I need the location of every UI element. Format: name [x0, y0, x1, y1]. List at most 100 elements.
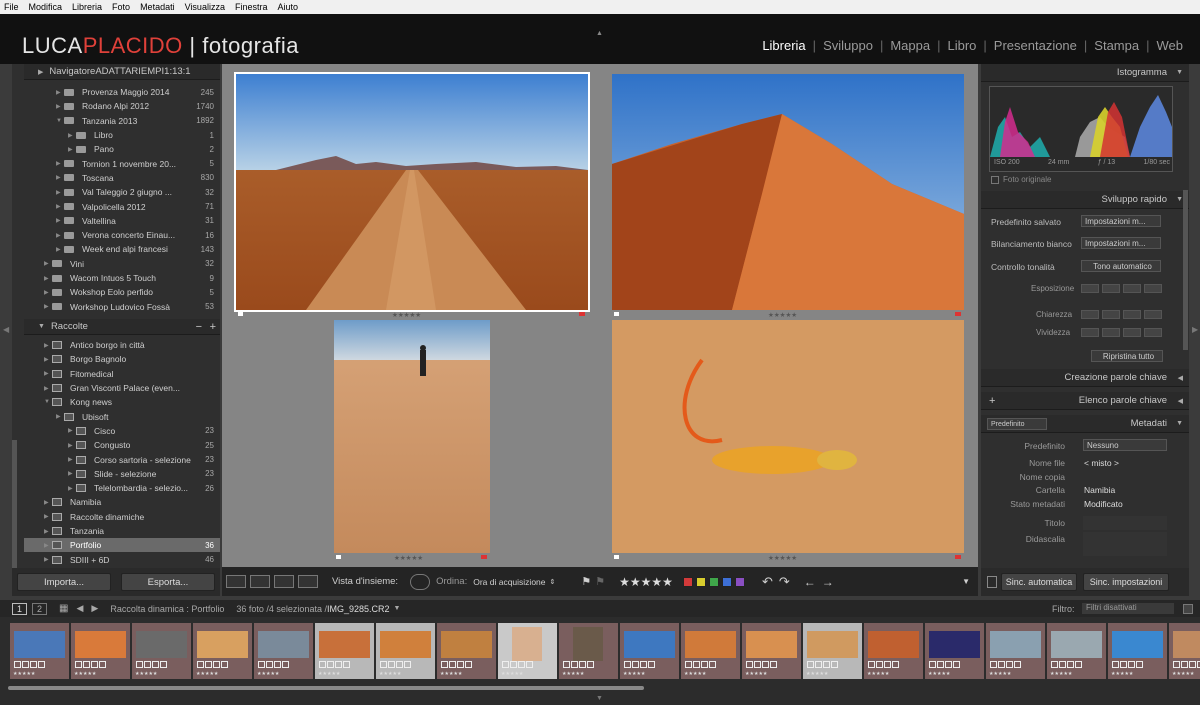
reset-all-button[interactable]: Ripristina tutto: [1091, 350, 1163, 362]
triangle-right-icon[interactable]: ▶: [44, 528, 52, 535]
thumbnail-rating[interactable]: ★★★★★: [318, 671, 340, 677]
triangle-right-icon[interactable]: ▶: [56, 203, 64, 210]
folder-item[interactable]: ▶ Rodano Alpi 2012 1740: [24, 99, 220, 113]
nav-fill[interactable]: RIEMPI: [131, 66, 164, 77]
filmstrip-thumbnail[interactable]: ★★★★★: [1108, 623, 1167, 679]
collection-item[interactable]: ▶ Telelombardia - selezio... 26: [24, 481, 220, 495]
folder-item[interactable]: ▶ Valpolicella 2012 71: [24, 199, 220, 213]
survey-view-icon[interactable]: [298, 575, 318, 588]
filmstrip-thumbnail[interactable]: ★★★★★: [620, 623, 679, 679]
triangle-down-icon[interactable]: ▼: [56, 118, 64, 124]
triangle-right-icon[interactable]: ▶: [44, 513, 52, 520]
collapse-bottom-icon[interactable]: ▼: [596, 695, 603, 702]
photo-dune[interactable]: [612, 74, 964, 310]
color-label-swatch[interactable]: [695, 576, 706, 587]
monitor-1-button[interactable]: 1: [12, 602, 28, 615]
rotate-right-icon[interactable]: ↷: [779, 574, 790, 590]
navigator-header[interactable]: ▶ Navigatore ADATTA RIEMPI 1:1 3:1: [24, 64, 220, 80]
current-filename[interactable]: IMG_9285.CR2: [327, 604, 390, 614]
triangle-right-icon[interactable]: ▶: [68, 427, 76, 434]
monitor-2-button[interactable]: 2: [32, 602, 48, 615]
loupe-view-icon[interactable]: [250, 575, 270, 588]
export-button[interactable]: Esporta...: [121, 573, 215, 591]
histogram[interactable]: ISO 200 24 mm ƒ / 13 1/80 sec: [989, 86, 1173, 172]
module-mappa[interactable]: Mappa: [883, 38, 937, 53]
collapse-left-icon[interactable]: ◀: [3, 325, 9, 334]
vibrance-buttons[interactable]: [1081, 328, 1165, 339]
photo-lizard[interactable]: [612, 320, 964, 553]
folder-item[interactable]: ▶ Workshop Ludovico Fossà 53: [24, 299, 220, 313]
menu-modifica[interactable]: Modifica: [29, 2, 63, 12]
chevron-updown-icon[interactable]: ⇕: [550, 578, 556, 586]
filename-value[interactable]: < misto >: [1084, 458, 1119, 468]
triangle-right-icon[interactable]: ▶: [44, 289, 52, 296]
filmstrip-thumbnail[interactable]: ★★★★★: [437, 623, 496, 679]
collection-item[interactable]: ▶ Gran Visconti Palace (even...: [24, 381, 220, 395]
checkbox-icon[interactable]: [991, 175, 999, 184]
filmstrip-thumbnail[interactable]: ★★★★★: [986, 623, 1045, 679]
module-presentazione[interactable]: Presentazione: [987, 38, 1084, 53]
collection-item[interactable]: ▶ Congusto 25: [24, 438, 220, 452]
chevron-down-icon[interactable]: ▼: [393, 605, 400, 612]
keyword-list-header[interactable]: + Elenco parole chiave ◀: [981, 392, 1189, 410]
folder-item[interactable]: ▶ Wacom Intuos 5 Touch 9: [24, 271, 220, 285]
triangle-right-icon[interactable]: ▶: [44, 385, 52, 392]
filmstrip-thumbnail[interactable]: ★★★★★: [254, 623, 313, 679]
thumbnail-rating[interactable]: ★★★★★: [13, 671, 35, 677]
filmstrip-thumbnail[interactable]: ★★★★★: [1047, 623, 1106, 679]
triangle-right-icon[interactable]: ▶: [68, 456, 76, 463]
metadata-header[interactable]: Predefinito Metadati ▼: [981, 415, 1189, 433]
triangle-right-icon[interactable]: ▶: [44, 542, 52, 549]
source-path[interactable]: Raccolta dinamica : Portfolio: [110, 604, 224, 614]
toolbar-menu-icon[interactable]: ▼: [962, 577, 970, 586]
thumbnail-rating[interactable]: ★★★★★: [623, 671, 645, 677]
histogram-header[interactable]: Istogramma ▼: [981, 64, 1189, 82]
auto-sync-button[interactable]: Sinc. automatica: [1001, 573, 1077, 591]
sync-settings-button[interactable]: Sinc. impostazioni: [1083, 573, 1169, 591]
nav-fit[interactable]: ADATTA: [95, 66, 131, 77]
collections-header[interactable]: ▼ Raccolte − +: [24, 319, 220, 335]
filmstrip-thumbnail[interactable]: ★★★★★: [132, 623, 191, 679]
sort-direction-icon[interactable]: [410, 573, 431, 590]
filmstrip-thumbnail[interactable]: ★★★★★: [681, 623, 740, 679]
thumbnail-rating[interactable]: ★★★★★: [74, 671, 96, 677]
triangle-right-icon[interactable]: ▶: [56, 413, 64, 420]
triangle-right-icon[interactable]: ▶: [68, 146, 76, 153]
filmstrip-thumbnail[interactable]: ★★★★★: [10, 623, 69, 679]
folder-item[interactable]: ▶ Libro 1: [24, 128, 220, 142]
right-scrollbar[interactable]: [1183, 190, 1188, 350]
thumbnail-rating[interactable]: ★★★★★: [684, 671, 706, 677]
filmstrip-thumbnail[interactable]: ★★★★★: [376, 623, 435, 679]
filmstrip-thumbnail[interactable]: ★★★★★: [864, 623, 923, 679]
triangle-down-icon[interactable]: ▼: [44, 399, 52, 405]
triangle-right-icon[interactable]: ▶: [68, 485, 76, 492]
add-plus-icon[interactable]: +: [210, 321, 216, 333]
triangle-right-icon[interactable]: ▶: [56, 217, 64, 224]
module-web[interactable]: Web: [1150, 38, 1191, 53]
grid-view-icon[interactable]: [226, 575, 246, 588]
thumbnail-rating[interactable]: ★★★★★: [379, 671, 401, 677]
color-label-swatch[interactable]: [734, 576, 745, 587]
rotate-left-icon[interactable]: ↶: [762, 574, 773, 590]
white-balance-dropdown[interactable]: Impostazioni m...: [1081, 237, 1161, 249]
exposure-buttons[interactable]: [1081, 284, 1165, 295]
reject-flag-icon[interactable]: ⚑: [595, 575, 605, 588]
triangle-right-icon[interactable]: ▶: [56, 89, 64, 96]
photo-road[interactable]: [234, 72, 590, 312]
triangle-right-icon[interactable]: ▶: [56, 160, 64, 167]
keyword-creation-header[interactable]: Creazione parole chiave ◀: [981, 369, 1189, 387]
flag-icon[interactable]: ⚑: [581, 575, 591, 588]
thumbnail-rating[interactable]: ★★★★★: [135, 671, 157, 677]
module-stampa[interactable]: Stampa: [1087, 38, 1146, 53]
triangle-right-icon[interactable]: ▶: [68, 132, 76, 139]
collection-item[interactable]: ▶ Fitomedical: [24, 367, 220, 381]
caption-field[interactable]: [1083, 531, 1167, 556]
quick-develop-header[interactable]: Sviluppo rapido ▼: [981, 191, 1189, 209]
triangle-right-icon[interactable]: ▶: [44, 370, 52, 377]
rating-stars[interactable]: ★★★★★: [768, 554, 797, 562]
rating-stars[interactable]: ★★★★★: [768, 311, 797, 319]
sort-dropdown[interactable]: Ora di acquisizione: [473, 577, 545, 587]
collection-item[interactable]: ▶ Ubisoft: [24, 409, 220, 423]
compare-view-icon[interactable]: [274, 575, 294, 588]
back-arrow-icon[interactable]: ◀: [76, 603, 83, 614]
